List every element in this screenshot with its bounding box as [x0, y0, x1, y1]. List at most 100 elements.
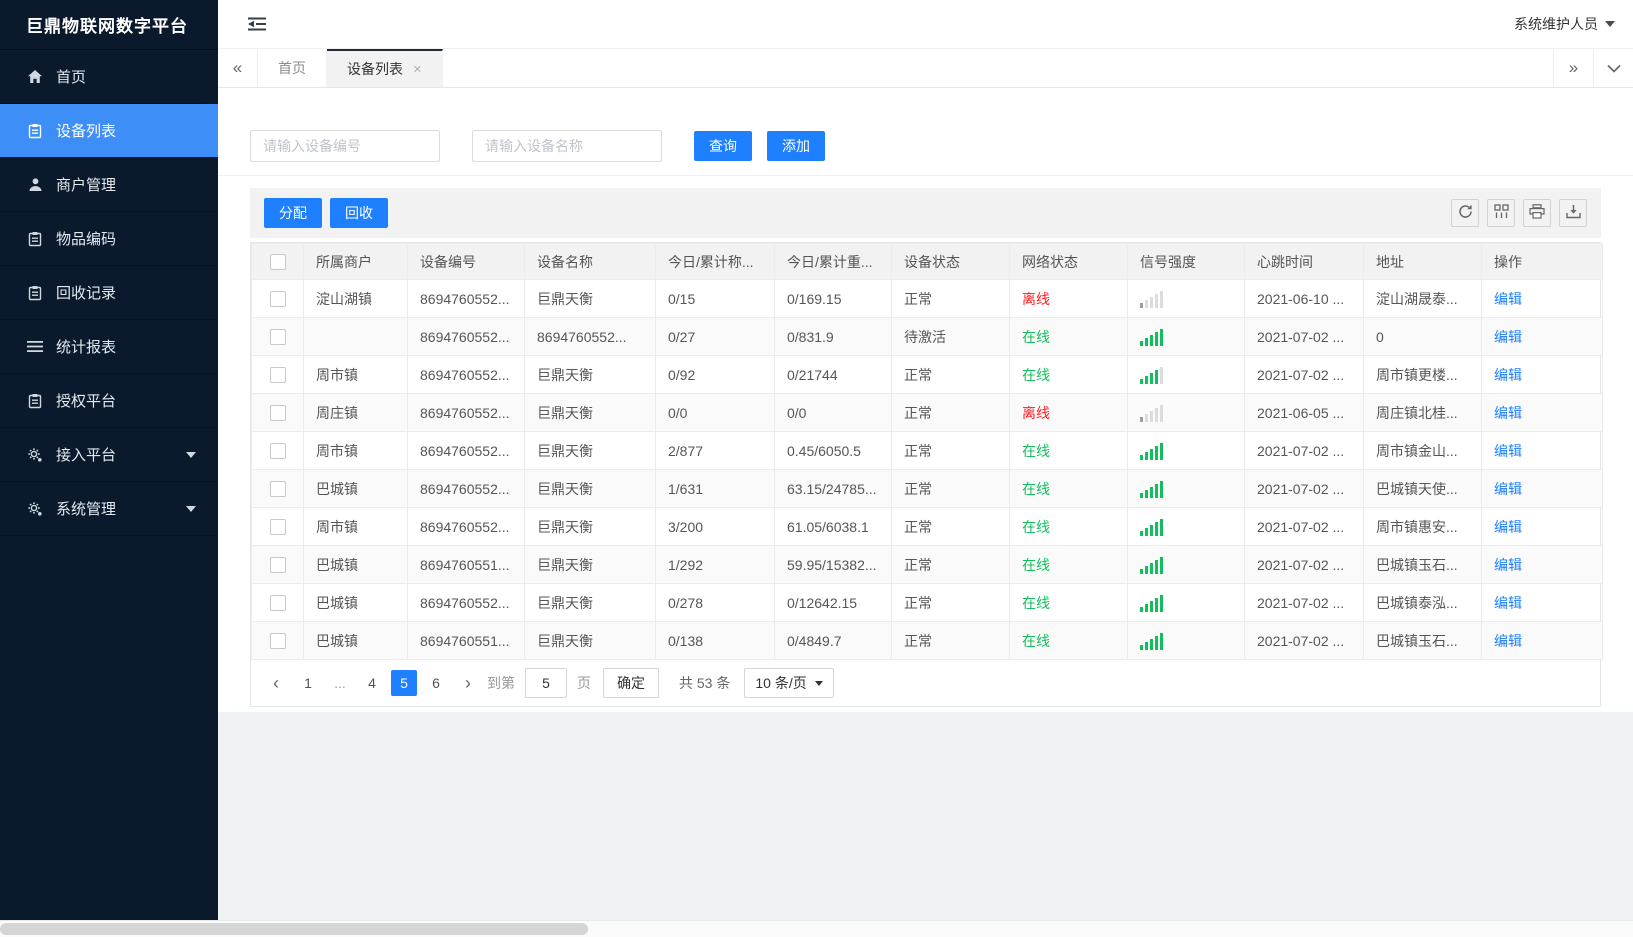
sidebar: 巨鼎物联网数字平台 首页 设备列表 商户管理 物品编码 回收记录 统计报表授权平台接入平台… — [0, 0, 218, 920]
cell-device-name: 巨鼎天衡 — [524, 621, 656, 660]
cell-merchant: 周市镇 — [303, 507, 408, 546]
edit-link[interactable]: 编辑 — [1494, 557, 1522, 573]
doc-icon — [26, 285, 44, 301]
row-select-cell — [251, 279, 304, 318]
cell-today-weight: 0/169.15 — [774, 279, 892, 318]
sidebar-item-authorization-platform[interactable]: 授权平台 — [0, 374, 218, 428]
horizontal-scrollbar[interactable] — [0, 920, 1633, 937]
row-checkbox[interactable] — [269, 481, 286, 498]
signal-strength-icon — [1140, 518, 1244, 536]
sidebar-item-home[interactable]: 首页 — [0, 50, 218, 104]
cell-signal — [1127, 279, 1245, 318]
edit-link[interactable]: 编辑 — [1494, 595, 1522, 611]
pagination-page-5[interactable]: 5 — [391, 670, 417, 696]
table-row: 巴城镇 8694760551... 巨鼎天衡 0/138 0/4849.7 正常 在线 202… — [251, 621, 1603, 660]
pagination-next-icon[interactable]: › — [455, 670, 481, 696]
tabs-dropdown-icon[interactable] — [1593, 49, 1633, 87]
doc-icon — [26, 123, 44, 139]
query-button[interactable]: 查询 — [694, 130, 752, 161]
cell-network-status: 在线 — [1009, 317, 1128, 356]
page-size-select[interactable]: 10 条/页 — [744, 668, 834, 698]
cell-device-status: 待激活 — [891, 317, 1010, 356]
row-checkbox[interactable] — [269, 329, 286, 346]
pagination-page-1[interactable]: 1 — [295, 670, 321, 696]
row-checkbox[interactable] — [269, 557, 286, 574]
column-header: 操作 — [1481, 243, 1603, 280]
sidebar-item-system-management[interactable]: 系统管理 — [0, 482, 218, 536]
cell-signal — [1127, 469, 1245, 508]
add-button[interactable]: 添加 — [767, 130, 825, 161]
cell-today-weight: 0/21744 — [774, 355, 892, 394]
tabs-scroll-right-icon[interactable]: » — [1553, 49, 1593, 87]
pagination-prev-icon[interactable]: ‹ — [263, 670, 289, 696]
column-header: 心跳时间 — [1244, 243, 1364, 280]
edit-link[interactable]: 编辑 — [1494, 367, 1522, 383]
assign-button[interactable]: 分配 — [264, 198, 322, 228]
columns-button[interactable] — [1487, 199, 1515, 227]
device-name-input[interactable] — [472, 129, 662, 162]
row-checkbox[interactable] — [269, 291, 286, 308]
tabs-scroll-left-icon[interactable]: « — [218, 49, 258, 87]
cell-today-weight: 63.15/24785... — [774, 469, 892, 508]
user-name: 系统维护人员 — [1514, 16, 1598, 32]
cell-device-status: 正常 — [891, 393, 1010, 432]
cell-today-count: 2/877 — [655, 431, 775, 470]
edit-link[interactable]: 编辑 — [1494, 519, 1522, 535]
page-size-value: 10 条/页 — [755, 675, 807, 691]
sidebar-item-recycle-records[interactable]: 回收记录 — [0, 266, 218, 320]
gear-icon — [26, 501, 44, 517]
doc-icon — [26, 231, 44, 247]
row-checkbox[interactable] — [269, 367, 286, 384]
goto-confirm-button[interactable]: 确定 — [603, 668, 659, 698]
cell-device-name: 巨鼎天衡 — [524, 583, 656, 622]
edit-link[interactable]: 编辑 — [1494, 633, 1522, 649]
signal-strength-icon — [1140, 594, 1244, 612]
edit-link[interactable]: 编辑 — [1494, 329, 1522, 345]
network-status-text: 在线 — [1022, 518, 1050, 535]
column-header: 地址 — [1363, 243, 1482, 280]
edit-link[interactable]: 编辑 — [1494, 443, 1522, 459]
sidebar-item-access-platform[interactable]: 接入平台 — [0, 428, 218, 482]
pagination-page-6[interactable]: 6 — [423, 670, 449, 696]
user-menu[interactable]: 系统维护人员 — [1514, 14, 1615, 34]
cell-device-no: 8694760551... — [407, 545, 525, 584]
pagination-ellipsis[interactable]: ... — [327, 670, 353, 696]
sidebar-item-item-coding[interactable]: 物品编码 — [0, 212, 218, 266]
sidebar-item-merchant-management[interactable]: 商户管理 — [0, 158, 218, 212]
cell-heartbeat: 2021-07-02 ... — [1244, 545, 1364, 584]
cell-device-status: 正常 — [891, 545, 1010, 584]
row-checkbox[interactable] — [269, 633, 286, 650]
print-button[interactable] — [1523, 199, 1551, 227]
horizontal-scrollbar-thumb[interactable] — [0, 923, 588, 935]
export-icon — [1565, 204, 1581, 222]
row-select-cell — [251, 621, 304, 660]
cell-address: 周市镇更楼... — [1363, 355, 1482, 394]
sidebar-item-statistics-report[interactable]: 统计报表 — [0, 320, 218, 374]
edit-link[interactable]: 编辑 — [1494, 481, 1522, 497]
device-no-input[interactable] — [250, 129, 440, 162]
tab-label: 设备列表 — [347, 61, 403, 77]
close-icon[interactable]: × — [413, 61, 422, 78]
app-title: 巨鼎物联网数字平台 — [0, 0, 218, 50]
cell-device-no: 8694760552... — [407, 279, 525, 318]
export-button[interactable] — [1559, 199, 1587, 227]
refresh-button[interactable] — [1451, 199, 1479, 227]
edit-link[interactable]: 编辑 — [1494, 291, 1522, 307]
column-header: 信号强度 — [1127, 243, 1245, 280]
recycle-button[interactable]: 回收 — [330, 198, 388, 228]
row-checkbox[interactable] — [269, 519, 286, 536]
row-checkbox[interactable] — [269, 443, 286, 460]
row-checkbox[interactable] — [269, 405, 286, 422]
edit-link[interactable]: 编辑 — [1494, 405, 1522, 421]
row-checkbox[interactable] — [269, 595, 286, 612]
pagination-page-4[interactable]: 4 — [359, 670, 385, 696]
sidebar-item-device-list[interactable]: 设备列表 — [0, 104, 218, 158]
tab-home[interactable]: 首页 — [258, 49, 327, 87]
goto-page-input[interactable] — [525, 668, 567, 698]
cell-signal — [1127, 355, 1245, 394]
cell-today-weight: 0.45/6050.5 — [774, 431, 892, 470]
select-all-checkbox[interactable] — [269, 254, 286, 271]
sidebar-item-label: 授权平台 — [56, 393, 117, 410]
sidebar-toggle-icon[interactable] — [244, 13, 270, 35]
tab-device-list[interactable]: 设备列表 × — [327, 49, 443, 87]
